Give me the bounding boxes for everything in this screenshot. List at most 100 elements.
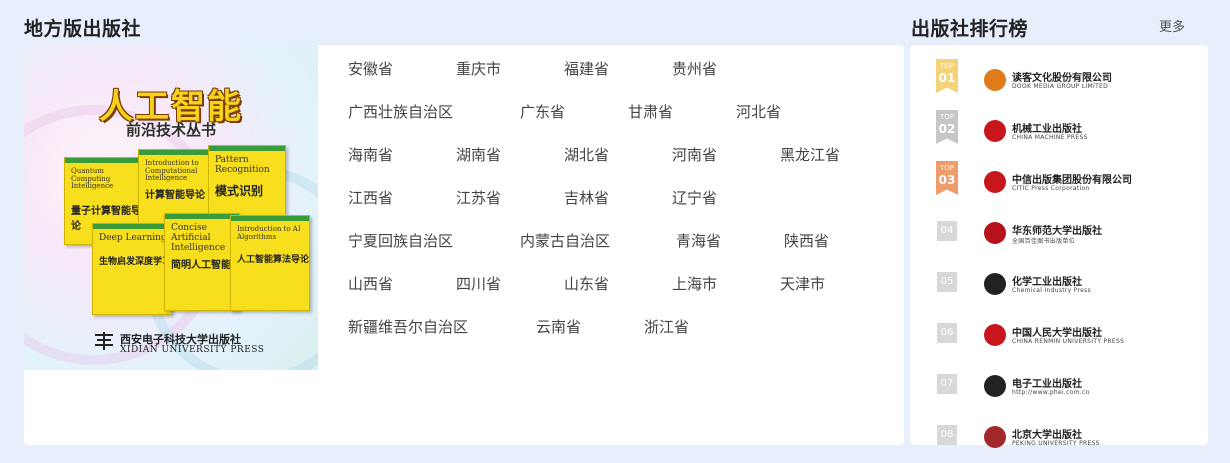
publisher-logo[interactable]: 中信出版集团股份有限公司 CITIC Press Corporation bbox=[984, 165, 1134, 199]
rank-ribbon-badge: TOP 02 bbox=[936, 110, 958, 144]
more-link[interactable]: 更多 bbox=[1159, 16, 1185, 35]
rank-top-label: TOP bbox=[939, 113, 954, 121]
publisher-emblem-icon bbox=[984, 324, 1006, 346]
province-link[interactable]: 贵州省 bbox=[672, 58, 717, 79]
rank-top-label: TOP bbox=[939, 164, 954, 172]
publisher-name: 机械工业出版社 bbox=[1012, 124, 1082, 135]
publisher-logo[interactable]: 中国人民大学出版社 CHINA RENMIN UNIVERSITY PRESS bbox=[984, 318, 1134, 352]
publisher-logo[interactable]: 华东师范大学出版社 全国百佳图书出版单位 bbox=[984, 216, 1134, 250]
province-link[interactable]: 天津市 bbox=[780, 273, 825, 294]
publisher-logo[interactable]: 北京大学出版社 PEKING UNIVERSITY PRESS bbox=[984, 420, 1134, 454]
ranking-row[interactable]: 05 化学工业出版社 Chemical Industry Press bbox=[910, 263, 1208, 307]
province-link[interactable]: 江苏省 bbox=[456, 187, 501, 208]
publisher-en-name: PEKING UNIVERSITY PRESS bbox=[1012, 440, 1100, 447]
rank-ribbon-badge: TOP 03 bbox=[936, 161, 958, 195]
province-link[interactable]: 河南省 bbox=[672, 144, 717, 165]
publisher-emblem-icon bbox=[984, 375, 1006, 397]
book-en-title: Quantum Computing Intelligence bbox=[71, 167, 114, 191]
publisher-en-name: Chemical Industry Press bbox=[1012, 287, 1092, 294]
book-cn-title: 人工智能算法导论 bbox=[237, 255, 310, 265]
ranking-row[interactable]: 07 电子工业出版社 http://www.phei.com.cn bbox=[910, 365, 1208, 409]
ranking-row[interactable]: TOP 02 机械工业出版社 CHINA MACHINE PRESS bbox=[910, 110, 1208, 154]
local-publishers-panel: 人工智能 前沿技术丛书 Quantum Computing Intelligen… bbox=[24, 45, 904, 445]
rank-number: 08 bbox=[937, 425, 957, 445]
ranking-row[interactable]: 04 华东师范大学出版社 全国百佳图书出版单位 bbox=[910, 212, 1208, 256]
province-link[interactable]: 安徽省 bbox=[348, 58, 393, 79]
province-link[interactable]: 河北省 bbox=[736, 101, 781, 122]
province-link[interactable]: 辽宁省 bbox=[672, 187, 717, 208]
book-en-title: Concise Artificial Intelligence bbox=[171, 223, 226, 253]
province-link[interactable]: 新疆维吾尔自治区 bbox=[348, 316, 468, 337]
province-link[interactable]: 湖南省 bbox=[456, 144, 501, 165]
publisher-logo[interactable]: 电子工业出版社 http://www.phei.com.cn bbox=[984, 369, 1134, 403]
province-link[interactable]: 上海市 bbox=[672, 273, 717, 294]
province-link[interactable]: 山西省 bbox=[348, 273, 393, 294]
province-link[interactable]: 吉林省 bbox=[564, 187, 609, 208]
rank-number: 06 bbox=[937, 323, 957, 343]
province-link[interactable]: 广西壮族自治区 bbox=[348, 101, 453, 122]
ranking-row[interactable]: TOP 03 中信出版集团股份有限公司 CITIC Press Corporation bbox=[910, 161, 1208, 205]
rank-number: 01 bbox=[938, 71, 956, 85]
banner-subtitle: 前沿技术丛书 bbox=[125, 121, 216, 139]
publisher-emblem-icon bbox=[984, 69, 1006, 91]
book-cn-title: 简明人工智能 bbox=[171, 260, 231, 271]
book-en-title: Introduction to AI Algorithms bbox=[237, 225, 301, 241]
rank-ribbon-badge: TOP 01 bbox=[936, 59, 958, 93]
rank-number: 04 bbox=[937, 221, 957, 241]
province-link[interactable]: 福建省 bbox=[564, 58, 609, 79]
book-en-title: Introduction to Computational Intelligen… bbox=[145, 159, 199, 183]
publisher-emblem-icon bbox=[984, 222, 1006, 244]
book-series-banner[interactable]: 人工智能 前沿技术丛书 Quantum Computing Intelligen… bbox=[24, 45, 318, 370]
rank-number: 05 bbox=[937, 272, 957, 292]
province-link[interactable]: 山东省 bbox=[564, 273, 609, 294]
province-link[interactable]: 四川省 bbox=[456, 273, 501, 294]
province-link[interactable]: 云南省 bbox=[536, 316, 581, 337]
rank-number: 03 bbox=[938, 173, 956, 187]
publisher-en-name: CHINA MACHINE PRESS bbox=[1012, 134, 1088, 141]
publisher-emblem-icon bbox=[984, 120, 1006, 142]
province-link[interactable]: 浙江省 bbox=[644, 316, 689, 337]
publisher-logo[interactable]: 机械工业出版社 CHINA MACHINE PRESS bbox=[984, 114, 1134, 148]
publisher-name: 读客文化股份有限公司 bbox=[1012, 73, 1112, 84]
book-cn-title: 计算智能导论 bbox=[145, 190, 205, 201]
province-link[interactable]: 陕西省 bbox=[784, 230, 829, 251]
publisher-logo[interactable]: 读客文化股份有限公司 DOOK MEDIA GROUP LIMITED bbox=[984, 63, 1134, 97]
province-link[interactable]: 湖北省 bbox=[564, 144, 609, 165]
rank-number: 02 bbox=[938, 122, 956, 136]
publisher-name: 北京大学出版社 bbox=[1012, 430, 1082, 441]
publisher-name: 华东师范大学出版社 bbox=[1012, 226, 1102, 237]
publisher-en-name: CITIC Press Corporation bbox=[1012, 185, 1090, 192]
publisher-logo[interactable]: 化学工业出版社 Chemical Industry Press bbox=[984, 267, 1134, 301]
province-link[interactable]: 江西省 bbox=[348, 187, 393, 208]
publisher-name: 中信出版集团股份有限公司 bbox=[1012, 175, 1132, 186]
book-en-title: Pattern Recognition bbox=[215, 155, 270, 175]
book-en-title: Deep Learning bbox=[99, 233, 167, 243]
province-link[interactable]: 广东省 bbox=[520, 101, 565, 122]
province-link[interactable]: 宁夏回族自治区 bbox=[348, 230, 453, 251]
province-link[interactable]: 青海省 bbox=[676, 230, 721, 251]
book-cn-title: 生物启发深度学习 bbox=[99, 257, 172, 267]
province-link[interactable]: 甘肃省 bbox=[628, 101, 673, 122]
publisher-emblem-icon bbox=[984, 273, 1006, 295]
book-cover: Introduction to AI Algorithms 人工智能算法导论 bbox=[230, 215, 310, 311]
book-cn-title: 模式识别 bbox=[215, 184, 264, 198]
publisher-name: 电子工业出版社 bbox=[1012, 379, 1082, 390]
publisher-name: 化学工业出版社 bbox=[1012, 277, 1082, 288]
book-cover: Concise Artificial Intelligence 简明人工智能 bbox=[164, 213, 240, 311]
ranking-row[interactable]: TOP 01 读客文化股份有限公司 DOOK MEDIA GROUP LIMITED bbox=[910, 59, 1208, 103]
rank-top-label: TOP bbox=[939, 62, 954, 70]
publisher-emblem-icon bbox=[984, 426, 1006, 448]
province-link[interactable]: 黑龙江省 bbox=[780, 144, 840, 165]
province-link[interactable]: 海南省 bbox=[348, 144, 393, 165]
publisher-ranking-panel: TOP 01 读客文化股份有限公司 DOOK MEDIA GROUP LIMITED T… bbox=[910, 45, 1208, 448]
province-link[interactable]: 重庆市 bbox=[456, 58, 501, 79]
ranking-row[interactable]: 06 中国人民大学出版社 CHINA RENMIN UNIVERSITY PRESS bbox=[910, 314, 1208, 358]
publisher-en-name: CHINA RENMIN UNIVERSITY PRESS bbox=[1012, 338, 1125, 345]
publisher-en-name: XIDIAN UNIVERSITY PRESS bbox=[120, 345, 265, 355]
province-link[interactable]: 内蒙古自治区 bbox=[520, 230, 610, 251]
book-cover: Deep Learning 生物启发深度学习 bbox=[92, 223, 172, 315]
publisher-emblem-icon bbox=[984, 171, 1006, 193]
section-title-local-publishers: 地方版出版社 bbox=[24, 18, 142, 40]
publisher-en-name: http://www.phei.com.cn bbox=[1012, 389, 1090, 396]
ranking-row[interactable]: 08 北京大学出版社 PEKING UNIVERSITY PRESS bbox=[910, 416, 1208, 460]
